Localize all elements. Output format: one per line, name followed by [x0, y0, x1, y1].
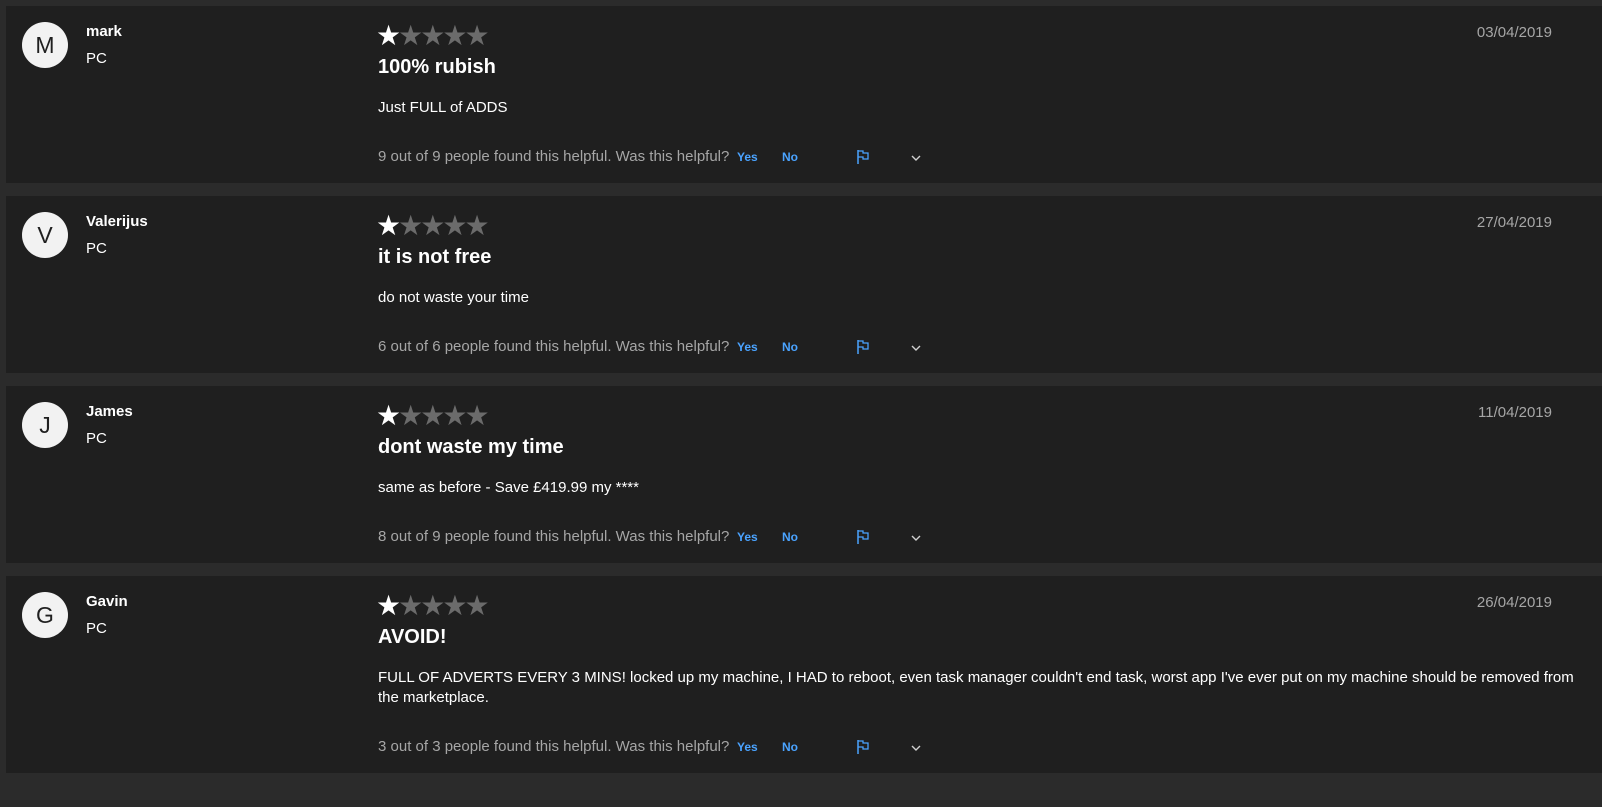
- star-empty-icon: ★: [398, 19, 423, 52]
- star-empty-icon: ★: [420, 589, 445, 622]
- avatar: J: [22, 402, 68, 448]
- reviews-list: M mark PC ★★★★★ 100% rubish Just FULL of…: [0, 0, 1602, 807]
- helpful-yes-button[interactable]: Yes: [737, 530, 758, 544]
- star-rating: ★★★★★: [376, 209, 490, 242]
- review-card: V Valerijus PC ★★★★★ it is not free do n…: [6, 196, 1602, 373]
- star-empty-icon: ★: [420, 399, 445, 432]
- flag-icon[interactable]: [856, 739, 870, 755]
- star-empty-icon: ★: [442, 209, 467, 242]
- star-filled-icon: ★: [376, 209, 401, 242]
- helpful-no-button[interactable]: No: [782, 530, 798, 544]
- helpful-row: 6 out of 6 people found this helpful. Wa…: [378, 338, 938, 358]
- platform-label: PC: [86, 240, 107, 257]
- star-rating: ★★★★★: [376, 19, 490, 52]
- star-filled-icon: ★: [376, 399, 401, 432]
- helpful-yes-button[interactable]: Yes: [737, 150, 758, 164]
- review-body: Just FULL of ADDS: [378, 99, 508, 116]
- platform-label: PC: [86, 50, 107, 67]
- author-name: James: [86, 403, 133, 420]
- review-card: M mark PC ★★★★★ 100% rubish Just FULL of…: [6, 6, 1602, 183]
- helpful-row: 3 out of 3 people found this helpful. Wa…: [378, 738, 938, 758]
- review-title: it is not free: [378, 246, 492, 268]
- star-rating: ★★★★★: [376, 589, 490, 622]
- chevron-down-icon[interactable]: [909, 531, 923, 545]
- avatar: G: [22, 592, 68, 638]
- author-name: Gavin: [86, 593, 128, 610]
- review-title: dont waste my time: [378, 436, 564, 458]
- chevron-down-icon[interactable]: [909, 741, 923, 755]
- review-card: G Gavin PC ★★★★★ AVOID! FULL OF ADVERTS …: [6, 576, 1602, 773]
- review-body: do not waste your time: [378, 289, 529, 306]
- star-rating: ★★★★★: [376, 399, 490, 432]
- review-title: AVOID!: [378, 626, 447, 648]
- flag-icon[interactable]: [856, 149, 870, 165]
- review-body: FULL OF ADVERTS EVERY 3 MINS! locked up …: [378, 669, 1574, 706]
- review-date: 26/04/2019: [1476, 594, 1552, 611]
- platform-label: PC: [86, 620, 107, 637]
- flag-icon[interactable]: [856, 529, 870, 545]
- review-title: 100% rubish: [378, 56, 496, 78]
- helpful-no-button[interactable]: No: [782, 340, 798, 354]
- star-empty-icon: ★: [442, 19, 467, 52]
- star-empty-icon: ★: [442, 399, 467, 432]
- chevron-down-icon[interactable]: [909, 151, 923, 165]
- helpful-text: 3 out of 3 people found this helpful. Wa…: [378, 738, 730, 755]
- star-filled-icon: ★: [376, 19, 401, 52]
- star-empty-icon: ★: [464, 589, 489, 622]
- flag-icon[interactable]: [856, 339, 870, 355]
- avatar: M: [22, 22, 68, 68]
- avatar: V: [22, 212, 68, 258]
- helpful-text: 6 out of 6 people found this helpful. Wa…: [378, 338, 730, 355]
- helpful-text: 8 out of 9 people found this helpful. Wa…: [378, 528, 730, 545]
- review-card: J James PC ★★★★★ dont waste my time same…: [6, 386, 1602, 563]
- star-empty-icon: ★: [420, 19, 445, 52]
- star-empty-icon: ★: [398, 209, 423, 242]
- helpful-row: 8 out of 9 people found this helpful. Wa…: [378, 528, 938, 548]
- star-empty-icon: ★: [464, 399, 489, 432]
- review-date: 27/04/2019: [1476, 214, 1552, 231]
- star-empty-icon: ★: [464, 209, 489, 242]
- chevron-down-icon[interactable]: [909, 341, 923, 355]
- star-empty-icon: ★: [442, 589, 467, 622]
- helpful-yes-button[interactable]: Yes: [737, 340, 758, 354]
- star-filled-icon: ★: [376, 589, 401, 622]
- author-name: mark: [86, 23, 122, 40]
- star-empty-icon: ★: [464, 19, 489, 52]
- helpful-yes-button[interactable]: Yes: [737, 740, 758, 754]
- platform-label: PC: [86, 430, 107, 447]
- star-empty-icon: ★: [398, 399, 423, 432]
- review-body: same as before - Save £419.99 my ****: [378, 479, 639, 496]
- review-date: 03/04/2019: [1476, 24, 1552, 41]
- review-date: 11/04/2019: [1478, 404, 1552, 421]
- helpful-no-button[interactable]: No: [782, 740, 798, 754]
- helpful-row: 9 out of 9 people found this helpful. Wa…: [378, 148, 938, 168]
- star-empty-icon: ★: [420, 209, 445, 242]
- star-empty-icon: ★: [398, 589, 423, 622]
- helpful-text: 9 out of 9 people found this helpful. Wa…: [378, 148, 730, 165]
- author-name: Valerijus: [86, 213, 148, 230]
- helpful-no-button[interactable]: No: [782, 150, 798, 164]
